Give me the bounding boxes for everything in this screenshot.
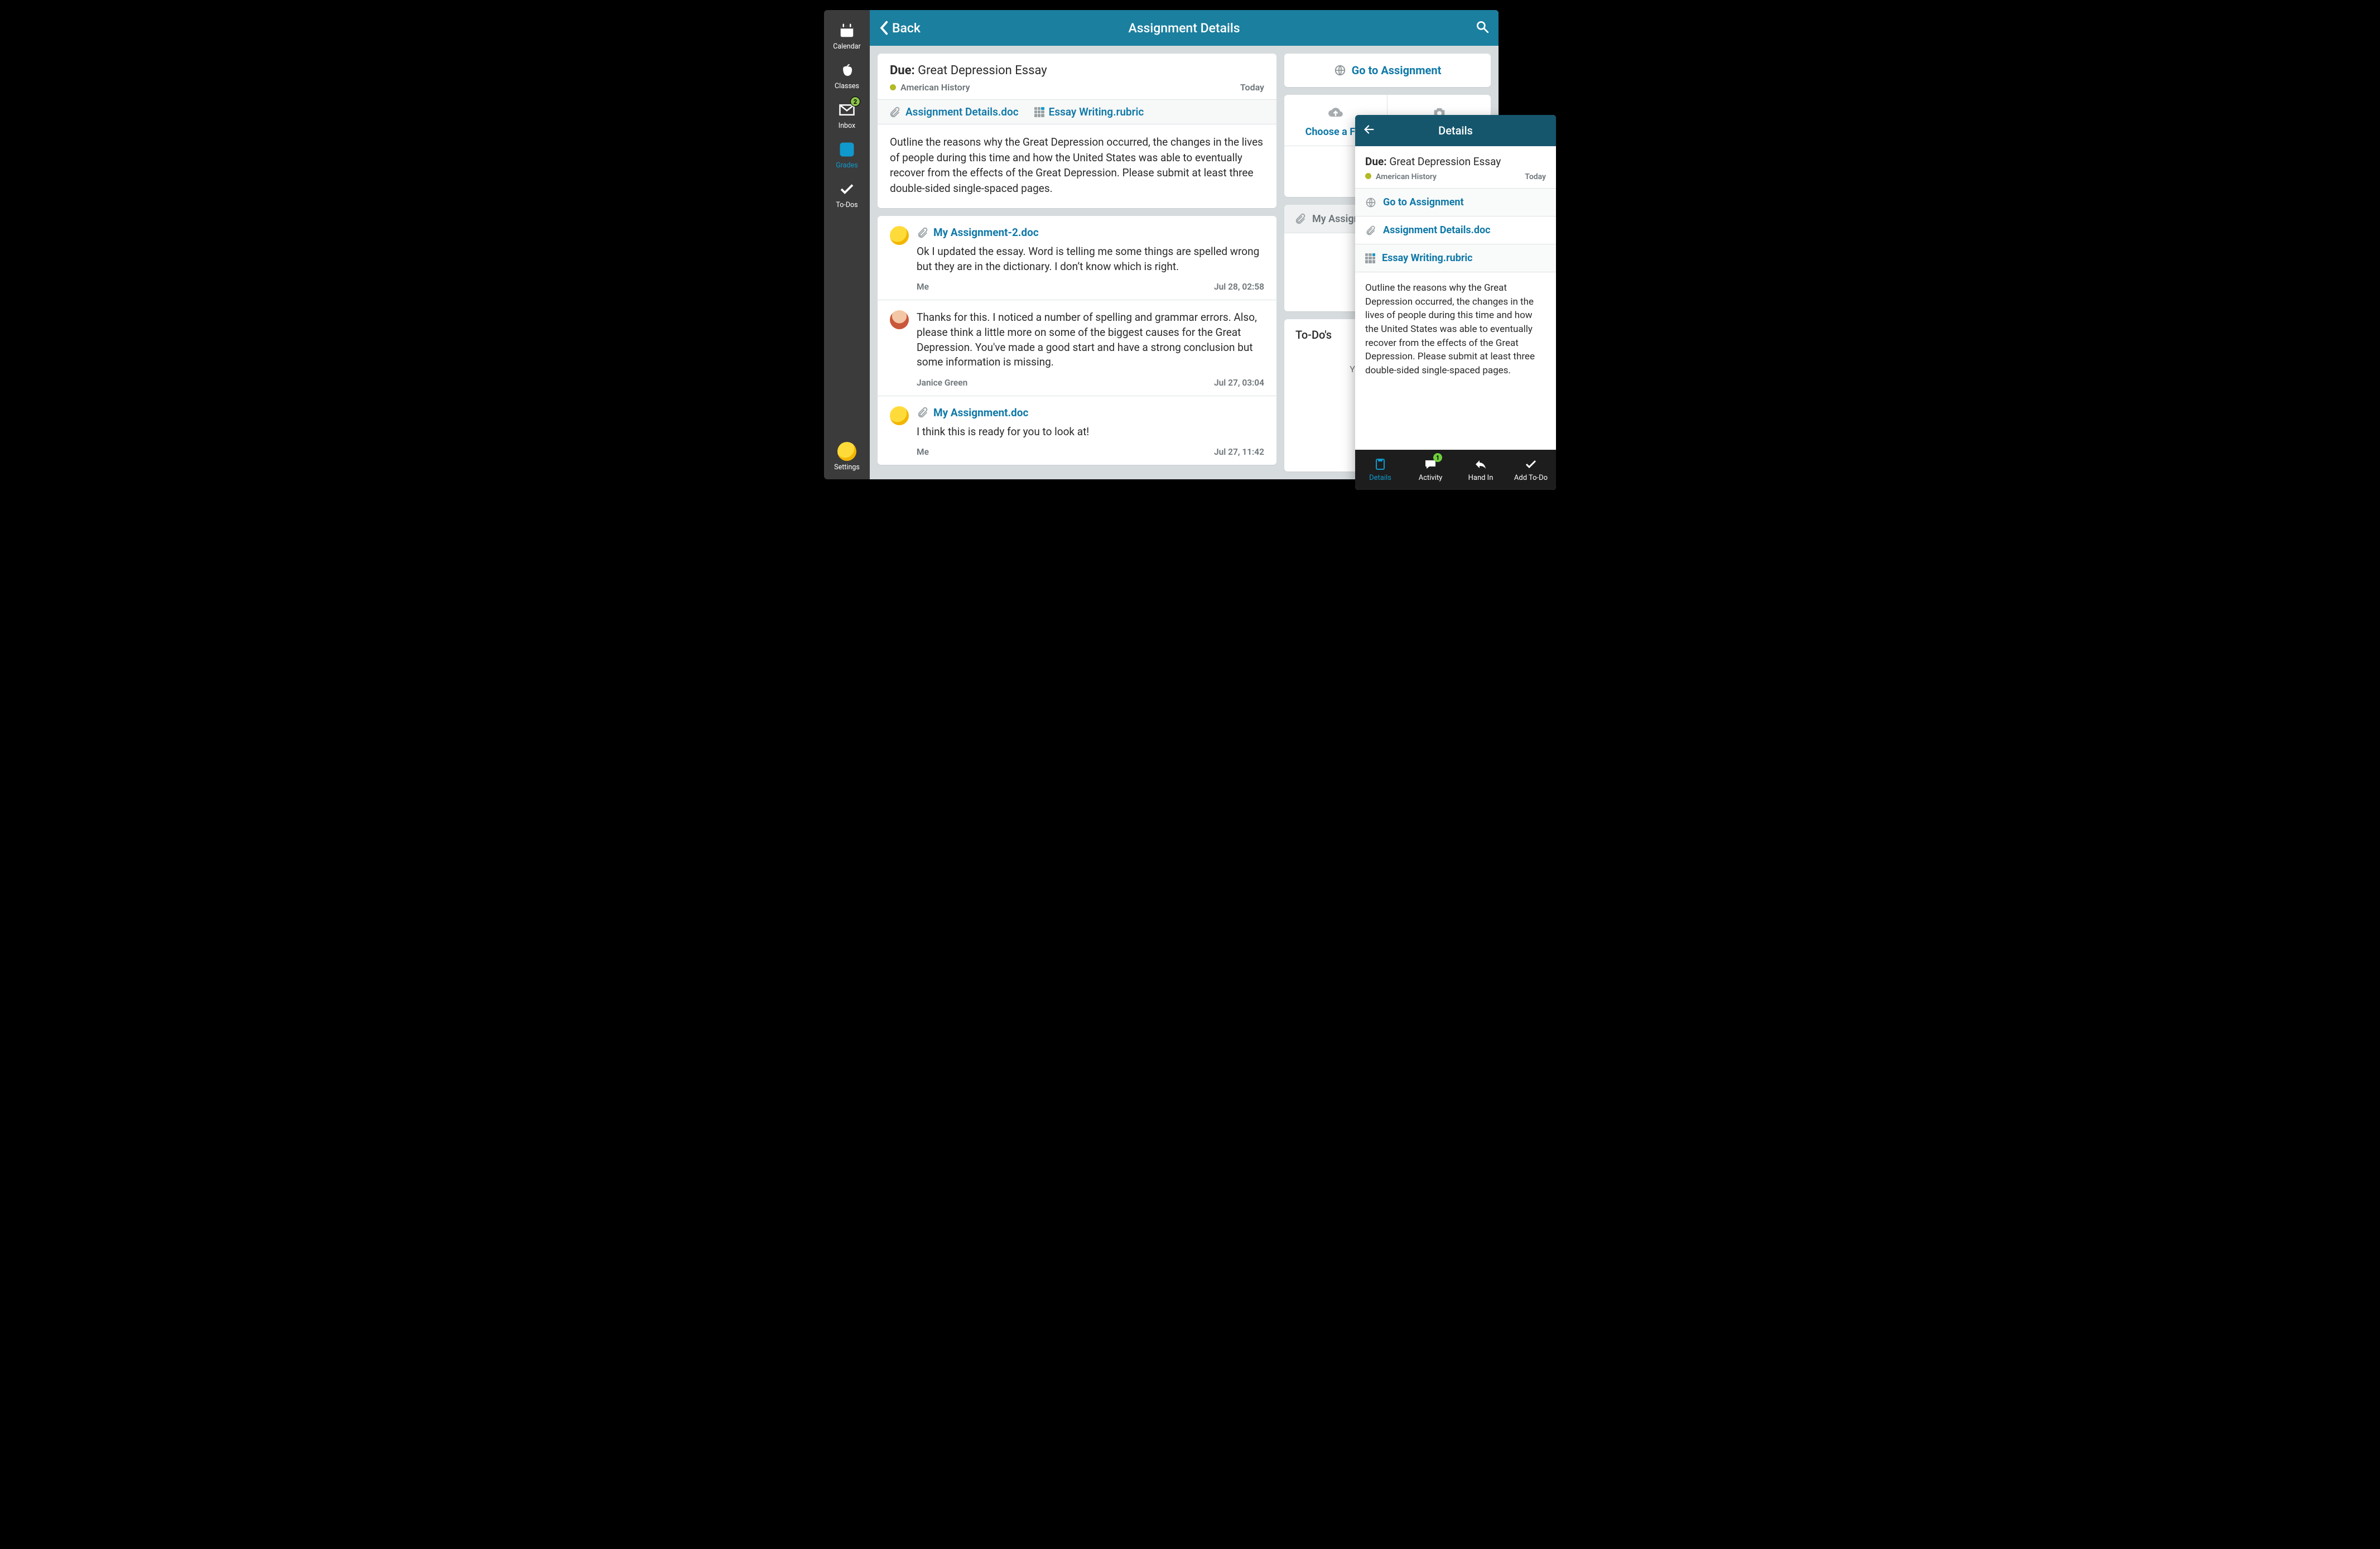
activity-post: Thanks for this. I noticed a number of s… <box>878 300 1276 396</box>
course-name: American History <box>890 82 970 93</box>
activity-badge: 1 <box>1433 453 1442 462</box>
sidebar-item-label: Classes <box>835 82 859 90</box>
activity-feed: My Assignment-2.doc Ok I updated the ess… <box>878 216 1276 465</box>
check-icon <box>1524 458 1538 471</box>
assignment-title: Great Depression Essay <box>918 64 1047 78</box>
assignment-header: Due: Great Depression Essay American His… <box>878 54 1276 99</box>
search-icon <box>1475 20 1490 34</box>
post-attachment[interactable]: My Assignment-2.doc <box>917 226 1264 239</box>
paperclip-icon <box>1365 225 1376 236</box>
assignment-due-line: Due: Great Depression Essay <box>890 64 1264 78</box>
topbar: Back Assignment Details <box>870 10 1499 46</box>
avatar <box>837 442 856 461</box>
post-text: Ok I updated the essay. Word is telling … <box>917 244 1264 274</box>
due-relative: Today <box>1240 82 1264 93</box>
assignment-card: Due: Great Depression Essay American His… <box>878 54 1276 208</box>
assignment-title: Great Depression Essay <box>1389 155 1501 168</box>
due-label: Due: <box>1365 155 1387 168</box>
post-text: Thanks for this. I noticed a number of s… <box>917 310 1264 369</box>
phone-attachment-doc[interactable]: Assignment Details.doc <box>1355 216 1556 244</box>
go-to-assignment-button[interactable]: Go to Assignment <box>1284 54 1491 87</box>
sidebar-item-label: Settings <box>834 463 860 472</box>
details-icon <box>1373 458 1387 471</box>
phone-bottom-tabs: Details 1 Activity Hand In Add To-Do <box>1355 450 1556 490</box>
course-color-dot <box>1365 173 1371 179</box>
avatar <box>890 406 909 425</box>
sidebar-item-calendar[interactable]: Calendar <box>824 16 870 55</box>
calendar-icon <box>837 21 856 40</box>
paperclip-icon <box>917 227 929 239</box>
phone-back-button[interactable] <box>1363 123 1375 138</box>
post-attachment[interactable]: My Assignment.doc <box>917 406 1264 419</box>
post-timestamp: Jul 27, 11:42 <box>1214 447 1264 457</box>
arrow-left-icon <box>1363 123 1375 136</box>
page-title: Assignment Details <box>870 21 1499 36</box>
sidebar-item-label: Grades <box>836 161 857 170</box>
assignment-description: Outline the reasons why the Great Depres… <box>878 124 1276 208</box>
phone-assignment-description: Outline the reasons why the Great Depres… <box>1355 272 1556 386</box>
sidebar-item-classes[interactable]: Classes <box>824 55 870 95</box>
search-button[interactable] <box>1475 20 1490 36</box>
due-label: Due: <box>890 64 915 78</box>
check-icon <box>837 180 856 199</box>
back-button[interactable]: Back <box>879 21 921 36</box>
phone-go-to-assignment[interactable]: Go to Assignment <box>1355 188 1556 216</box>
activity-post: My Assignment-2.doc Ok I updated the ess… <box>878 216 1276 300</box>
globe-icon <box>1334 64 1346 76</box>
activity-post: My Assignment.doc I think this is ready … <box>878 396 1276 465</box>
rubric-icon <box>1034 107 1044 117</box>
phone-tab-activity[interactable]: 1 Activity <box>1405 450 1456 490</box>
attachment-details-doc[interactable]: Assignment Details.doc <box>889 105 1019 118</box>
svg-text:+: + <box>850 143 852 148</box>
sidebar-item-label: To-Dos <box>836 201 857 209</box>
avatar <box>890 226 909 245</box>
grade-icon: + <box>837 140 856 159</box>
sidebar: Calendar Classes 2 Inbox + Grades <box>824 10 870 479</box>
course-name: American History <box>1365 172 1437 181</box>
rubric-icon <box>1365 253 1375 263</box>
sidebar-item-label: Inbox <box>839 122 856 130</box>
inbox-badge: 2 <box>850 97 860 107</box>
left-column: Due: Great Depression Essay American His… <box>878 54 1276 472</box>
paperclip-icon <box>1294 213 1307 225</box>
course-color-dot <box>890 84 896 90</box>
phone-tab-details[interactable]: Details <box>1355 450 1405 490</box>
post-author: Me <box>917 447 929 457</box>
phone-tab-handin[interactable]: Hand In <box>1456 450 1506 490</box>
post-timestamp: Jul 28, 02:58 <box>1214 282 1264 292</box>
post-timestamp: Jul 27, 03:04 <box>1214 378 1264 388</box>
phone-app: Details Due: Great Depression Essay Amer… <box>1355 115 1556 490</box>
sidebar-item-inbox[interactable]: 2 Inbox <box>824 95 870 134</box>
attachment-rubric[interactable]: Essay Writing.rubric <box>1034 105 1144 118</box>
post-author: Janice Green <box>917 378 967 388</box>
phone-topbar: Details <box>1355 115 1556 146</box>
attachment-bar: Assignment Details.doc Essay Writing.rub… <box>878 99 1276 124</box>
assignment-meta: American History Today <box>890 82 1264 93</box>
phone-attachment-rubric[interactable]: Essay Writing.rubric <box>1355 244 1556 272</box>
phone-tab-addtodo[interactable]: Add To-Do <box>1506 450 1556 490</box>
phone-body: Due: Great Depression Essay American His… <box>1355 146 1556 450</box>
sidebar-item-grades[interactable]: + Grades <box>824 134 870 174</box>
back-label: Back <box>892 21 921 36</box>
paperclip-icon <box>889 106 901 118</box>
sidebar-item-settings[interactable]: Settings <box>824 436 870 479</box>
phone-assignment-header: Due: Great Depression Essay American His… <box>1355 146 1556 188</box>
chevron-left-icon <box>879 21 889 35</box>
avatar <box>890 310 909 329</box>
sidebar-item-label: Calendar <box>833 42 861 51</box>
post-text: I think this is ready for you to look at… <box>917 425 1264 440</box>
globe-icon <box>1365 197 1376 208</box>
post-author: Me <box>917 282 929 292</box>
phone-title: Details <box>1355 124 1556 137</box>
paperclip-icon <box>917 406 929 418</box>
reply-icon <box>1473 458 1488 471</box>
apple-icon <box>837 61 856 80</box>
due-relative: Today <box>1525 172 1546 181</box>
cloud-upload-icon <box>1327 105 1345 121</box>
sidebar-item-todos[interactable]: To-Dos <box>824 174 870 214</box>
